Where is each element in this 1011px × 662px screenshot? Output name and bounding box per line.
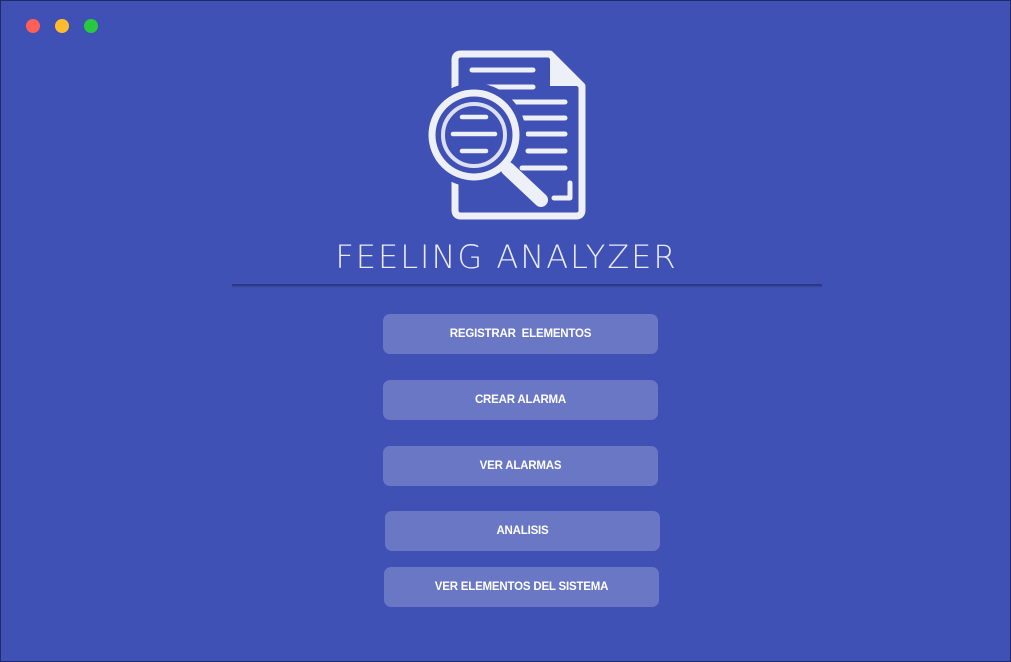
- minimize-window-button[interactable]: [55, 19, 69, 33]
- title-divider: [232, 284, 822, 286]
- document-search-icon: [422, 50, 586, 220]
- maximize-window-button[interactable]: [84, 19, 98, 33]
- ver-alarmas-button[interactable]: VER ALARMAS: [383, 446, 658, 486]
- registrar-elementos-button[interactable]: REGISTRAR ELEMENTOS: [383, 314, 658, 354]
- close-window-button[interactable]: [26, 19, 40, 33]
- app-title: FEELING ANALYZER: [335, 238, 678, 276]
- app-window: FEELING ANALYZER REGISTRAR ELEMENTOS CRE…: [0, 0, 1011, 662]
- analisis-button[interactable]: ANALISIS: [385, 511, 660, 551]
- ver-elementos-sistema-button[interactable]: VER ELEMENTOS DEL SISTEMA: [384, 567, 659, 607]
- crear-alarma-button[interactable]: CREAR ALARMA: [383, 380, 658, 420]
- window-controls: [26, 19, 98, 33]
